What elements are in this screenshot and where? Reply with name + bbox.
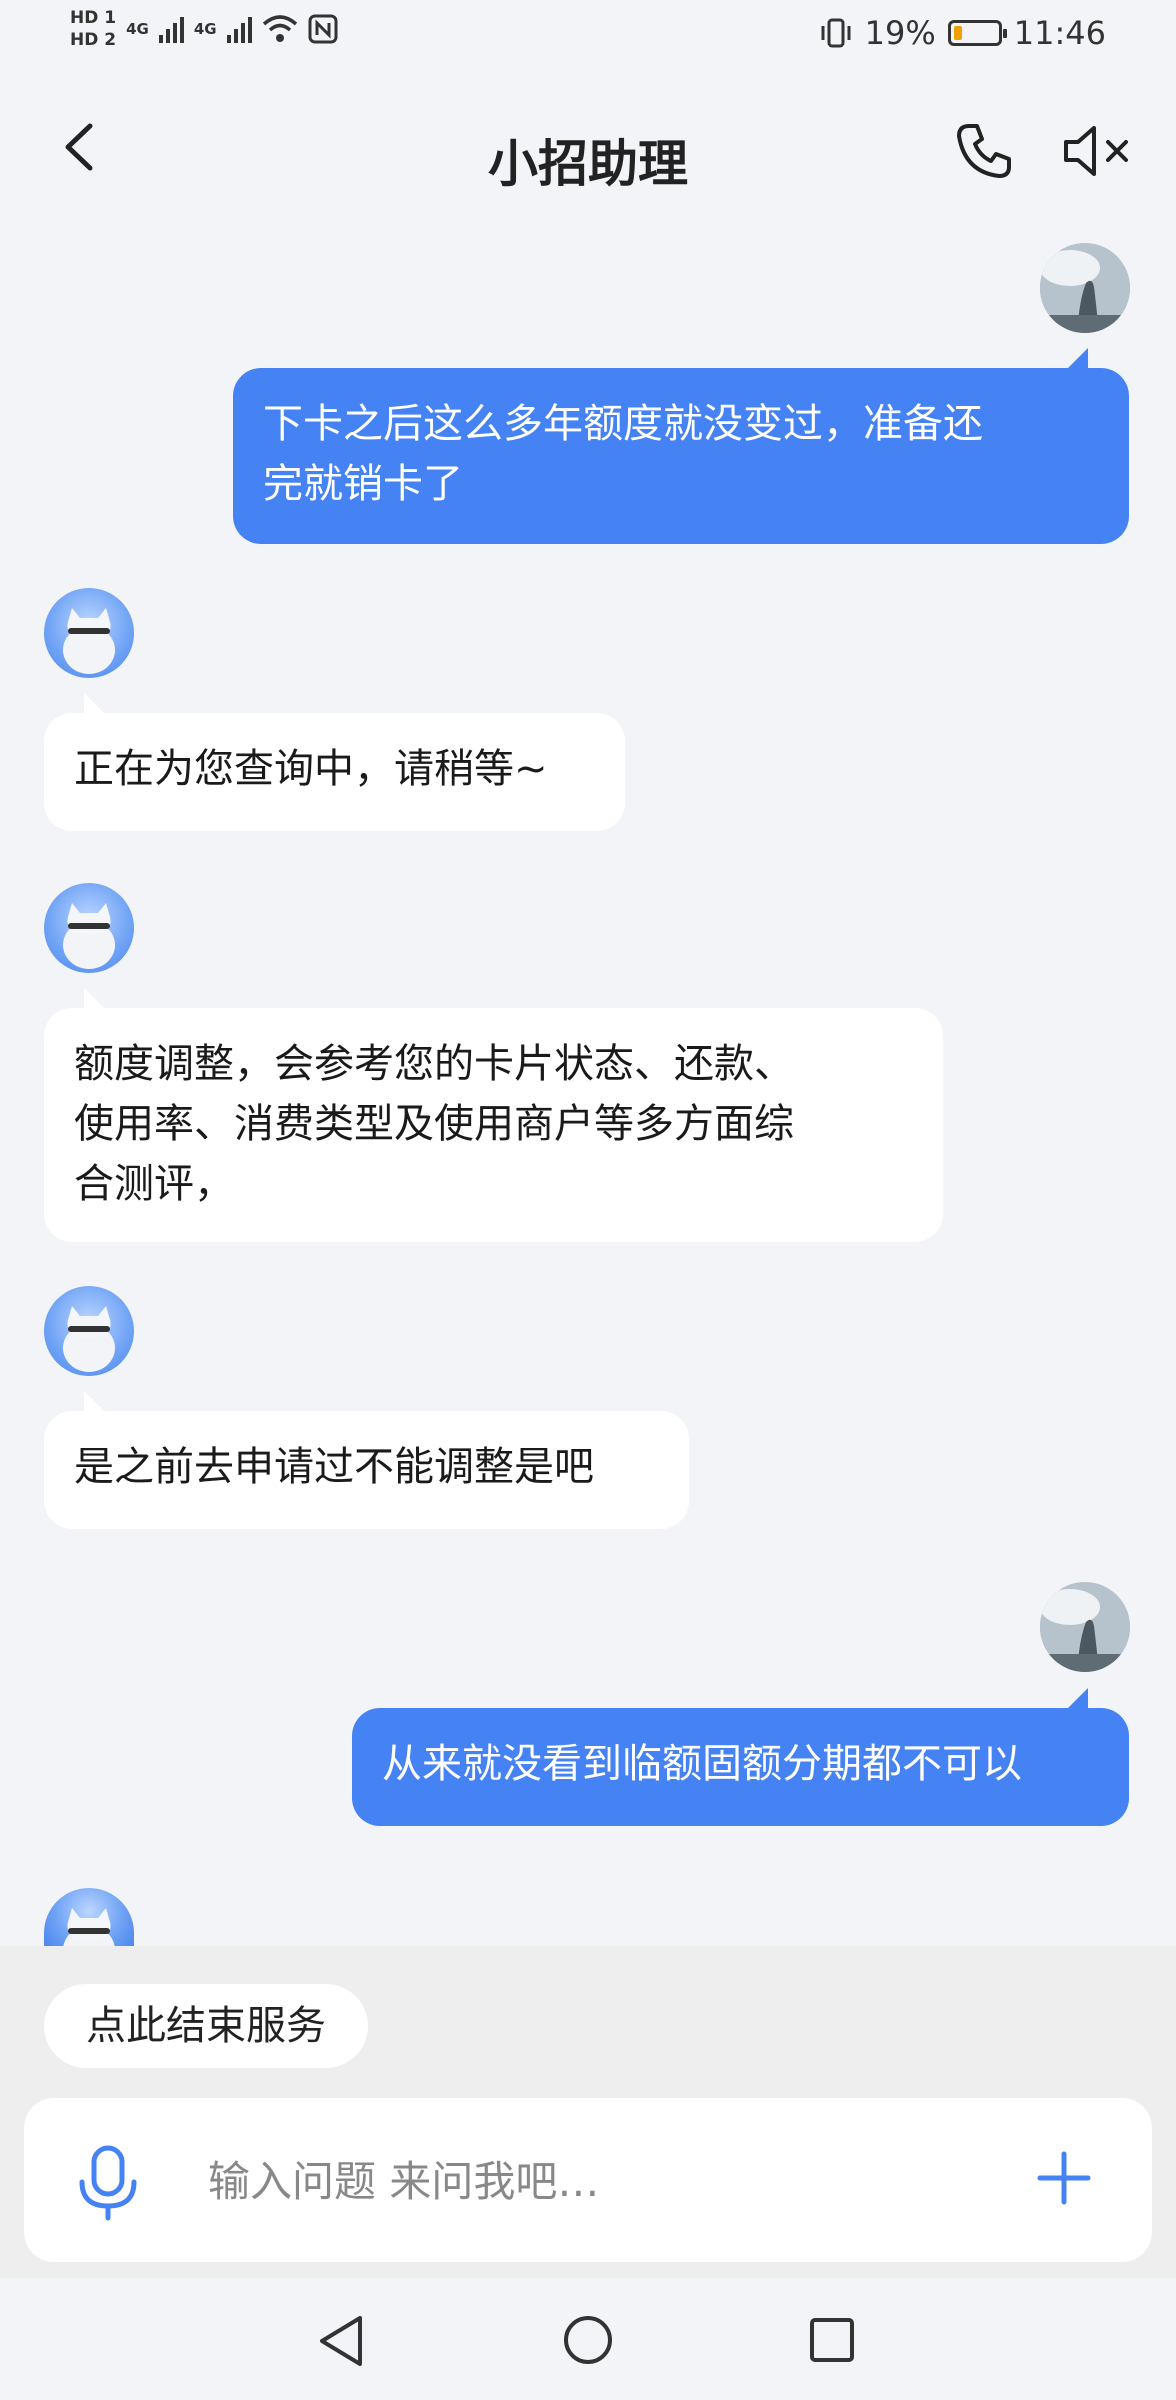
system-nav-bar <box>0 2278 1176 2400</box>
message-line: 下卡之后这么多年额度就没变过，准备还 <box>263 401 983 447</box>
nfc-icon <box>308 14 338 44</box>
wifi-icon <box>262 15 297 42</box>
status-bar: HD 1 HD 2 4G 4G 19% 11:46 <box>0 0 1176 70</box>
message-line: 正在为您查询中，请稍等~ <box>74 746 548 792</box>
question-input[interactable] <box>206 2150 1030 2212</box>
hd2-badge: HD 2 <box>70 30 117 50</box>
bubble-tail <box>1066 348 1088 370</box>
bubble-tail <box>84 1391 106 1413</box>
message-bubble-incoming[interactable]: 是之前去申请过不能调整是吧 <box>44 1411 689 1529</box>
nav-home-icon[interactable] <box>562 2314 614 2366</box>
bubble-tail <box>1066 1688 1088 1710</box>
assistant-avatar[interactable] <box>44 588 134 678</box>
cat-mascot-icon <box>63 1908 115 1946</box>
bubble-tail <box>84 988 106 1010</box>
phone-icon[interactable] <box>955 122 1013 180</box>
message-line: 合测评， <box>74 1161 234 1207</box>
network-type-2: 4G <box>193 20 217 38</box>
plus-icon[interactable] <box>1034 2148 1094 2208</box>
cat-mascot-icon <box>63 608 115 674</box>
message-bubble-incoming[interactable]: 额度调整，会参考您的卡片状态、还款、 使用率、消费类型及使用商户等多方面综 合测… <box>44 1008 943 1242</box>
assistant-avatar[interactable] <box>44 883 134 973</box>
message-line: 额度调整，会参考您的卡片状态、还款、 <box>74 1041 794 1087</box>
message-bubble-outgoing[interactable]: 下卡之后这么多年额度就没变过，准备还 完就销卡了 <box>233 368 1129 544</box>
message-bubble-outgoing[interactable]: 从来就没看到临额固额分期都不可以 <box>352 1708 1129 1826</box>
bubble-tail <box>84 693 106 715</box>
signal-icon <box>226 15 252 43</box>
message-line: 完就销卡了 <box>263 461 463 507</box>
message-line: 使用率、消费类型及使用商户等多方面综 <box>74 1101 794 1147</box>
end-service-button[interactable]: 点此结束服务 <box>44 1984 368 2068</box>
assistant-avatar[interactable] <box>44 1286 134 1376</box>
battery-percent: 19% <box>864 14 936 52</box>
user-avatar-image <box>1040 243 1130 333</box>
user-avatar[interactable] <box>1040 1582 1130 1672</box>
chat-header: 小招助理 <box>0 70 1176 240</box>
cat-mascot-icon <box>63 1306 115 1372</box>
vibrate-icon <box>821 18 851 48</box>
hd1-badge: HD 1 <box>70 8 117 28</box>
input-bar <box>24 2098 1152 2262</box>
status-left: HD 1 HD 2 4G 4G <box>70 8 338 50</box>
user-avatar[interactable] <box>1040 243 1130 333</box>
microphone-icon[interactable] <box>76 2144 140 2222</box>
cat-mascot-icon <box>63 903 115 969</box>
user-avatar-image <box>1040 1582 1130 1672</box>
battery-icon <box>947 20 1007 46</box>
network-type-1: 4G <box>126 20 149 38</box>
message-bubble-incoming[interactable]: 正在为您查询中，请稍等~ <box>44 713 625 831</box>
assistant-avatar <box>44 1888 134 1946</box>
clock: 11:46 <box>1013 14 1106 52</box>
nav-recent-apps-icon[interactable] <box>808 2316 856 2364</box>
status-right: 19% 11:46 <box>819 14 1106 52</box>
speaker-muted-icon[interactable] <box>1062 124 1132 178</box>
message-line: 从来就没看到临额固额分期都不可以 <box>382 1741 1022 1787</box>
signal-icon <box>158 15 184 43</box>
nav-back-icon[interactable] <box>316 2314 366 2368</box>
message-line: 是之前去申请过不能调整是吧 <box>74 1444 594 1490</box>
hd-indicators: HD 1 HD 2 <box>70 8 116 50</box>
